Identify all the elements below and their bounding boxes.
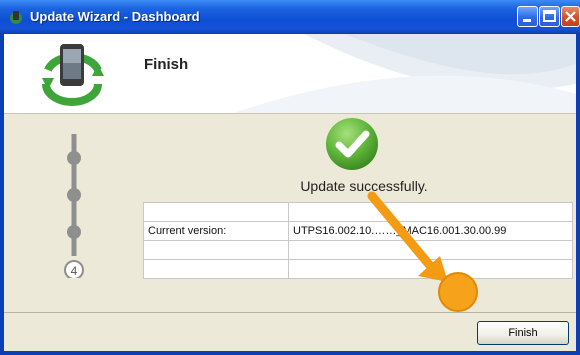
page-title: Finish <box>144 56 189 73</box>
table-row <box>143 240 573 260</box>
table-row: Current version: UTPS16.002.10.……_MAC16.… <box>143 221 573 241</box>
minimize-icon <box>523 19 531 22</box>
maximize-icon <box>543 10 556 22</box>
table-cell <box>143 259 289 279</box>
step-dot <box>67 225 81 239</box>
table-row <box>143 202 573 222</box>
table-cell <box>288 240 573 260</box>
maximize-button[interactable] <box>539 6 560 27</box>
step-current-number: 4 <box>71 264 78 278</box>
finish-button[interactable]: Finish <box>477 321 569 345</box>
update-wizard-window: Update Wizard - Dashboard Finish 4 Updat… <box>0 0 580 355</box>
wizard-footer: Finish <box>4 313 576 351</box>
minimize-button[interactable] <box>517 6 538 27</box>
phone-sync-icon <box>42 44 104 106</box>
window-title: Update Wizard - Dashboard <box>30 9 200 24</box>
close-button[interactable] <box>561 6 580 27</box>
table-cell <box>288 259 573 279</box>
status-message: Update successfully. <box>300 178 428 194</box>
table-cell-value: UTPS16.002.10.……_MAC16.001.30.00.99 <box>288 221 573 241</box>
wizard-body: 4 Update successfully. Current version: <box>4 114 576 313</box>
table-cell <box>143 240 289 260</box>
success-check-icon <box>326 118 378 170</box>
table-cell <box>288 202 573 222</box>
wizard-header: Finish <box>4 34 576 114</box>
step-progress-indicator: 4 <box>64 134 84 278</box>
version-info-table: Current version: UTPS16.002.10.……_MAC16.… <box>143 202 573 279</box>
step-dot <box>67 188 81 202</box>
table-cell-label: Current version: <box>143 221 289 241</box>
table-row <box>143 259 573 279</box>
step-dot <box>67 151 81 165</box>
close-icon <box>565 11 576 22</box>
app-logo-icon <box>10 11 22 24</box>
title-bar[interactable]: Update Wizard - Dashboard <box>0 0 580 34</box>
table-cell <box>143 202 289 222</box>
